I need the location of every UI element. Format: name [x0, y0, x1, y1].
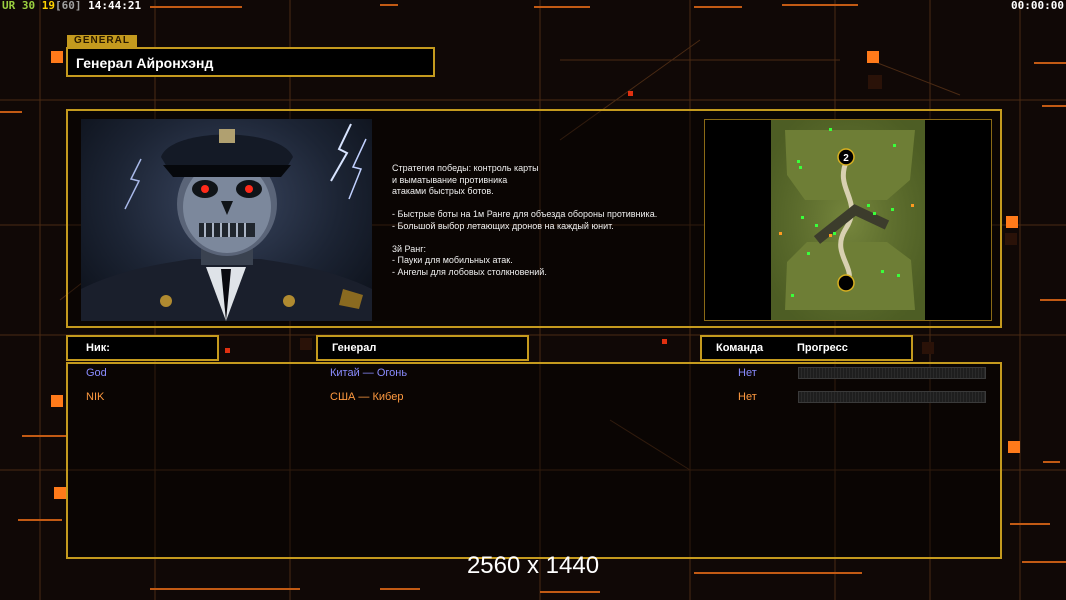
description-line: Стратегия победы: контроль карты — [392, 163, 539, 173]
player-team: Нет — [738, 391, 757, 403]
player-progress-bar — [798, 391, 986, 403]
column-header-nick-label: Ник: — [86, 342, 110, 354]
description-line: - Ангелы для лобовых столкновений. — [392, 266, 547, 277]
player-team: Нет — [738, 367, 757, 379]
general-title-box: Генерал Айронхэнд — [66, 47, 435, 77]
description-line: - Пауки для мобильных атак. — [392, 255, 513, 265]
column-header-general-label: Генерал — [332, 342, 377, 354]
player-general: Китай — Огонь — [330, 367, 408, 379]
general-name: Генерал Айронхэнд — [76, 55, 214, 71]
column-header-team-label: Команда — [716, 342, 764, 354]
description-line: и выматывание противника — [392, 174, 508, 185]
player-nick: God — [86, 367, 107, 379]
player-nick: NIK — [86, 391, 105, 403]
fps-limit: [60] — [55, 0, 82, 12]
hud-stats: UR 30 19[60] 14:44:21 — [2, 0, 141, 13]
description-line: 3й Ранг: — [392, 243, 426, 254]
column-header-nick: Ник: — [66, 335, 219, 361]
player-progress-bar — [798, 367, 986, 379]
minimap-start-marker: 2 — [843, 153, 849, 164]
ur-label: UR — [2, 0, 16, 12]
general-portrait — [81, 119, 372, 321]
general-info-panel: Стратегия победы: контроль карты и вымат… — [66, 109, 1002, 328]
column-header-general: Генерал — [316, 335, 529, 361]
fps-value: 19 — [41, 0, 55, 12]
portrait-image — [81, 123, 372, 321]
general-description: Стратегия победы: контроль карты и вымат… — [392, 163, 702, 278]
general-tab-label: GENERAL — [67, 35, 137, 47]
resolution-overlay: 2560 x 1440 — [466, 552, 600, 579]
minimap-terrain: 2 — [771, 120, 925, 320]
minimap-preview: 2 — [704, 119, 992, 321]
clock: 14:44:21 — [88, 0, 142, 12]
column-header-team-progress: Команда Прогресс — [700, 335, 913, 361]
match-timer: 00:00:00 — [1011, 0, 1064, 12]
player-general: США — Кибер — [330, 391, 404, 403]
description-line: - Быстрые боты на 1м Ранге для объезда о… — [392, 209, 658, 219]
description-line: - Большой выбор летающих дронов на кажды… — [392, 220, 614, 231]
ur-value: 30 — [21, 0, 36, 12]
column-header-progress-label: Прогресс — [797, 342, 848, 354]
description-line: атаками быстрых ботов. — [392, 186, 494, 196]
